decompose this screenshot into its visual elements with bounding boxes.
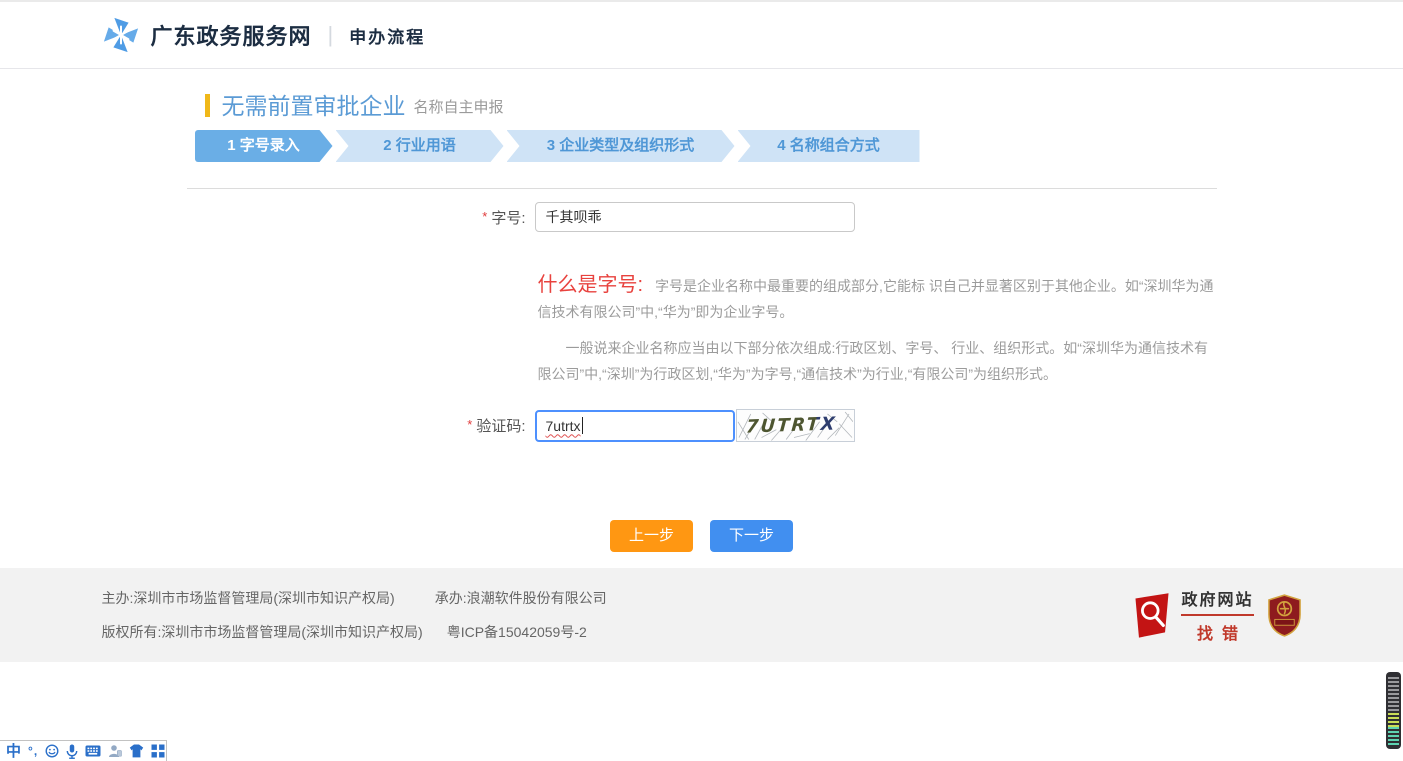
ime-emoji-button[interactable] [45,744,59,758]
main-content: 无需前置审批企业 名称自主申报 1 字号录入 2 行业用语 3 企业类型及组织形… [0,69,1403,568]
explanation-paragraph-2: 一般说来企业名称应当由以下部分依次组成:行政区划、字号、 行业、组织形式。如“深… [538,335,1216,387]
previous-step-button[interactable]: 上一步 [610,520,693,552]
page-title-text: 无需前置审批企业 [222,93,406,119]
site-brand[interactable]: 广东政务服务网 [102,16,312,54]
shirt-icon [129,744,144,758]
explanation-heading: 什么是字号: [538,274,644,296]
ime-account-button[interactable] [108,744,122,758]
credit-shield-badge[interactable] [1267,594,1302,637]
page-title: 无需前置审批企业 名称自主申报 [205,91,1217,119]
text-caret [582,417,583,434]
ime-skin-button[interactable] [129,744,144,758]
shield-icon [1267,594,1302,637]
keyboard-icon [85,745,101,757]
page-subtitle: 名称自主申报 [414,97,504,119]
wizard-buttons: 上一步 下一步 [187,520,1217,552]
undertaker-value: 浪潮软件股份有限公司 [467,590,607,606]
pinwheel-logo-icon [102,16,140,54]
section-divider [187,188,1217,189]
level-stripes-yellow [1388,713,1399,727]
gov-site-error-report-badge[interactable]: 政府网站 找错 [1132,586,1253,644]
page-name: 申办流程 [349,23,425,48]
level-stripes-teal [1388,727,1399,745]
page: 广东政务服务网 | 申办流程 无需前置审批企业 名称自主申报 1 字号录入 2 … [0,0,1403,761]
required-asterisk: * [467,417,472,432]
ime-punctuation-button[interactable]: °, [28,745,38,757]
ime-toolbar: 中 °, [0,740,167,761]
trade-name-explanation: 什么是字号:字号是企业名称中最重要的组成部分,它能标 识自己并显著区别于其他企业… [538,272,1216,387]
site-name: 广东政务服务网 [151,19,312,51]
captcha-row: *验证码: 7utrtx [187,409,1217,442]
icp-number[interactable]: 粤ICP备15042059号-2 [447,624,587,640]
host-value: 深圳市市场监督管理局(深圳市知识产权局) [133,590,394,606]
footer-text: 主办:深圳市市场监督管理局(深圳市知识产权局)承办:浪潮软件股份有限公司 版权所… [102,588,607,642]
person-icon [108,744,122,758]
step-tab-3-company-type[interactable]: 3 企业类型及组织形式 [507,130,735,162]
undertaker-label: 承办: [435,590,467,606]
ime-soft-keyboard-button[interactable] [85,745,101,757]
error-badge-line2: 找错 [1181,620,1253,644]
step-wizard: 1 字号录入 2 行业用语 3 企业类型及组织形式 4 名称组合方式 [195,130,917,162]
trade-name-label: *字号: [187,207,535,228]
required-asterisk: * [482,209,487,224]
site-header: 广东政务服务网 | 申办流程 [0,0,1403,69]
next-step-button[interactable]: 下一步 [710,520,793,552]
captcha-label: *验证码: [187,415,535,436]
copyright-label: 版权所有: [102,624,162,640]
level-stripes-gray [1388,677,1399,713]
title-accent-bar [205,94,210,117]
host-label: 主办: [102,590,134,606]
smiley-icon [45,744,59,758]
trade-name-row: *字号: [187,202,1217,232]
captcha-text: 7UTRTX [745,413,837,437]
captcha-input[interactable]: 7utrtx [535,410,735,442]
copyright-value: 深圳市市场监督管理局(深圳市知识产权局) [161,624,422,640]
microphone-icon [66,744,78,759]
ime-chinese-mode-button[interactable]: 中 [6,744,21,759]
ime-menu-button[interactable] [151,744,165,758]
step-tab-4-name-combination[interactable]: 4 名称组合方式 [738,130,920,162]
header-separator: | [328,22,334,48]
captcha-image[interactable]: 7UTRTX [736,409,855,442]
step-tab-2-industry-term[interactable]: 2 行业用语 [336,130,504,162]
audio-level-widget [1386,672,1401,749]
error-badge-line1: 政府网站 [1181,586,1253,616]
footer-badges: 政府网站 找错 [1132,586,1301,644]
ime-voice-input-button[interactable] [66,744,78,759]
trade-name-input[interactable] [535,202,855,232]
step-tab-1-name-entry[interactable]: 1 字号录入 [195,130,333,162]
captcha-input-value: 7utrtx [546,418,581,434]
grid-menu-icon [151,744,165,758]
magnifier-flag-icon [1132,592,1172,638]
site-footer: 主办:深圳市市场监督管理局(深圳市知识产权局)承办:浪潮软件股份有限公司 版权所… [0,568,1403,662]
